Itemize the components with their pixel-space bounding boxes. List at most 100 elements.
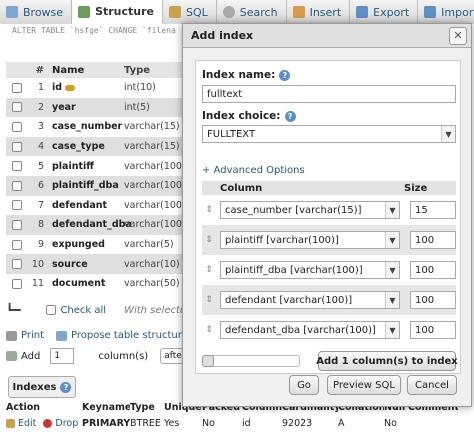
- table-row: 2 year int(5): [6, 97, 182, 118]
- row-checkbox[interactable]: [12, 239, 22, 250]
- chevron-down-icon: ▼: [385, 202, 399, 218]
- help-icon[interactable]: ?: [284, 110, 296, 122]
- row-checkbox[interactable]: [12, 200, 22, 211]
- chevron-down-icon: ▼: [385, 292, 399, 308]
- tab-insert[interactable]: Insert: [286, 0, 351, 24]
- structure-table: # Name Type 1 id int(10) 2 year int(5) 3 case…: [6, 62, 186, 294]
- add-label: Add: [21, 350, 41, 362]
- add-column-count-input[interactable]: 1: [50, 348, 75, 364]
- insert-icon: [292, 6, 305, 18]
- table-row: 10 source varchar(10): [6, 254, 182, 274]
- index-column-row: ⇕ plaintiff [varchar(100)] ▼ 100: [202, 225, 456, 255]
- table-row: 9 expunged varchar(5): [6, 234, 182, 255]
- index-column-row: ⇕ defendant [varchar(100)] ▼ 100: [202, 285, 456, 315]
- column-count-slider[interactable]: [202, 355, 300, 367]
- table-row: 11 document varchar(50): [6, 273, 182, 294]
- drag-handle-icon[interactable]: ⇕: [202, 265, 216, 275]
- column-select[interactable]: defendant [varchar(100)] ▼: [220, 291, 400, 309]
- index-choice-label: Index choice: ?: [202, 110, 296, 122]
- primary-key-icon: [65, 84, 76, 91]
- search-icon: [222, 6, 235, 18]
- table-row: 5 plaintiff varchar(100): [6, 156, 186, 176]
- chevron-down-icon: ▼: [385, 322, 399, 338]
- chevron-down-icon: ▼: [441, 126, 455, 142]
- print-propose-bar: Print Propose table structure: [6, 330, 188, 341]
- row-checkbox[interactable]: [12, 219, 22, 230]
- column-select[interactable]: plaintiff_dba [varchar(100)] ▼: [220, 261, 400, 279]
- index-column-row: ⇕ defendant_dba [varchar(100)] ▼ 100: [202, 315, 456, 345]
- add-column-icon: [6, 351, 17, 361]
- add-column-bar: Add 1 column(s) after c: [6, 348, 197, 364]
- add-columns-button[interactable]: Add 1 column(s) to index: [316, 351, 458, 371]
- columns-label: column(s): [98, 350, 149, 362]
- tab-structure[interactable]: Structure: [72, 0, 163, 24]
- row-checkbox[interactable]: [12, 102, 22, 113]
- header-num: #: [35, 64, 44, 76]
- check-all-checkbox[interactable]: [46, 305, 57, 315]
- row-checkbox[interactable]: [12, 278, 22, 289]
- column-select[interactable]: defendant_dba [varchar(100)] ▼: [220, 321, 400, 339]
- header-type: Type: [124, 64, 151, 76]
- size-input[interactable]: 100: [410, 291, 456, 309]
- cancel-button[interactable]: Cancel: [407, 375, 457, 395]
- table-icon: [6, 6, 18, 18]
- drag-handle-icon[interactable]: ⇕: [202, 235, 216, 245]
- tab-search[interactable]: Search: [216, 0, 287, 24]
- check-all-link[interactable]: Check all: [60, 305, 106, 316]
- sql-icon: [169, 6, 181, 18]
- close-icon[interactable]: ✕: [449, 26, 467, 45]
- chevron-down-icon: ▼: [385, 232, 399, 248]
- table-row: 1 id int(10): [6, 78, 182, 98]
- tab-browse[interactable]: Browse: [0, 0, 73, 24]
- help-icon[interactable]: ?: [279, 69, 291, 81]
- size-input[interactable]: 100: [410, 231, 456, 249]
- edit-link[interactable]: Edit: [18, 418, 36, 429]
- row-checkbox[interactable]: [12, 141, 22, 152]
- table-row: 6 plaintiff_dba varchar(100): [6, 175, 186, 196]
- size-input[interactable]: 15: [410, 201, 456, 219]
- propose-table-structure-link[interactable]: Propose table structure: [71, 330, 188, 341]
- tab-sql[interactable]: SQL: [163, 0, 217, 24]
- size-input[interactable]: 100: [410, 261, 456, 279]
- index-column-row: ⇕ plaintiff_dba [varchar(100)] ▼ 100: [202, 255, 456, 285]
- dialog-titlebar: Add index ✕: [183, 24, 471, 48]
- import-icon: [424, 6, 437, 18]
- slider-handle[interactable]: [202, 355, 214, 367]
- preview-sql-button[interactable]: Preview SQL: [327, 375, 401, 395]
- advanced-options-link[interactable]: + Advanced Options: [202, 165, 305, 176]
- index-choice-select[interactable]: FULLTEXT ▼: [202, 125, 456, 143]
- edit-icon: [6, 418, 15, 428]
- table-row: 4 case_type varchar(15): [6, 136, 182, 157]
- export-icon: [356, 6, 369, 18]
- tab-import[interactable]: Import: [418, 0, 474, 24]
- row-checkbox[interactable]: [12, 121, 22, 132]
- index-column-row: ⇕ case_number [varchar(15)] ▼ 15: [202, 195, 456, 225]
- indexes-legend: Indexes ?: [8, 376, 76, 398]
- row-checkbox[interactable]: [12, 180, 22, 191]
- tab-bar: Browse Structure SQL Search Insert Expor…: [0, 0, 474, 24]
- index-name-input[interactable]: fulltext: [202, 85, 456, 103]
- go-button[interactable]: Go: [289, 375, 319, 395]
- row-checkbox[interactable]: [12, 82, 22, 93]
- drop-icon: [43, 418, 53, 428]
- row-checkbox[interactable]: [12, 161, 22, 172]
- column-select[interactable]: plaintiff [varchar(100)] ▼: [220, 231, 400, 249]
- drop-link[interactable]: Drop: [55, 418, 78, 429]
- drag-handle-icon[interactable]: ⇕: [202, 325, 216, 335]
- columns-header: Column Size: [202, 181, 456, 195]
- table-row: 3 case_number varchar(15): [6, 117, 182, 137]
- help-icon[interactable]: ?: [60, 381, 72, 393]
- drag-handle-icon[interactable]: ⇕: [202, 295, 216, 305]
- row-checkbox[interactable]: [12, 259, 22, 270]
- dialog-body: Index name: ? fulltext Index choice: ? F…: [195, 60, 461, 374]
- add-index-dialog: Add index ✕ Index name: ? fulltext Index…: [182, 23, 472, 407]
- dialog-title: Add index: [191, 29, 254, 42]
- size-input[interactable]: 100: [410, 321, 456, 339]
- index-name-label: Index name: ?: [202, 69, 291, 81]
- header-name: Name: [52, 64, 85, 76]
- tab-export[interactable]: Export: [350, 0, 419, 24]
- column-select[interactable]: case_number [varchar(15)] ▼: [220, 201, 400, 219]
- drag-handle-icon[interactable]: ⇕: [202, 205, 216, 215]
- table-row: 7 defendant varchar(100): [6, 195, 186, 216]
- print-link[interactable]: Print: [21, 330, 44, 341]
